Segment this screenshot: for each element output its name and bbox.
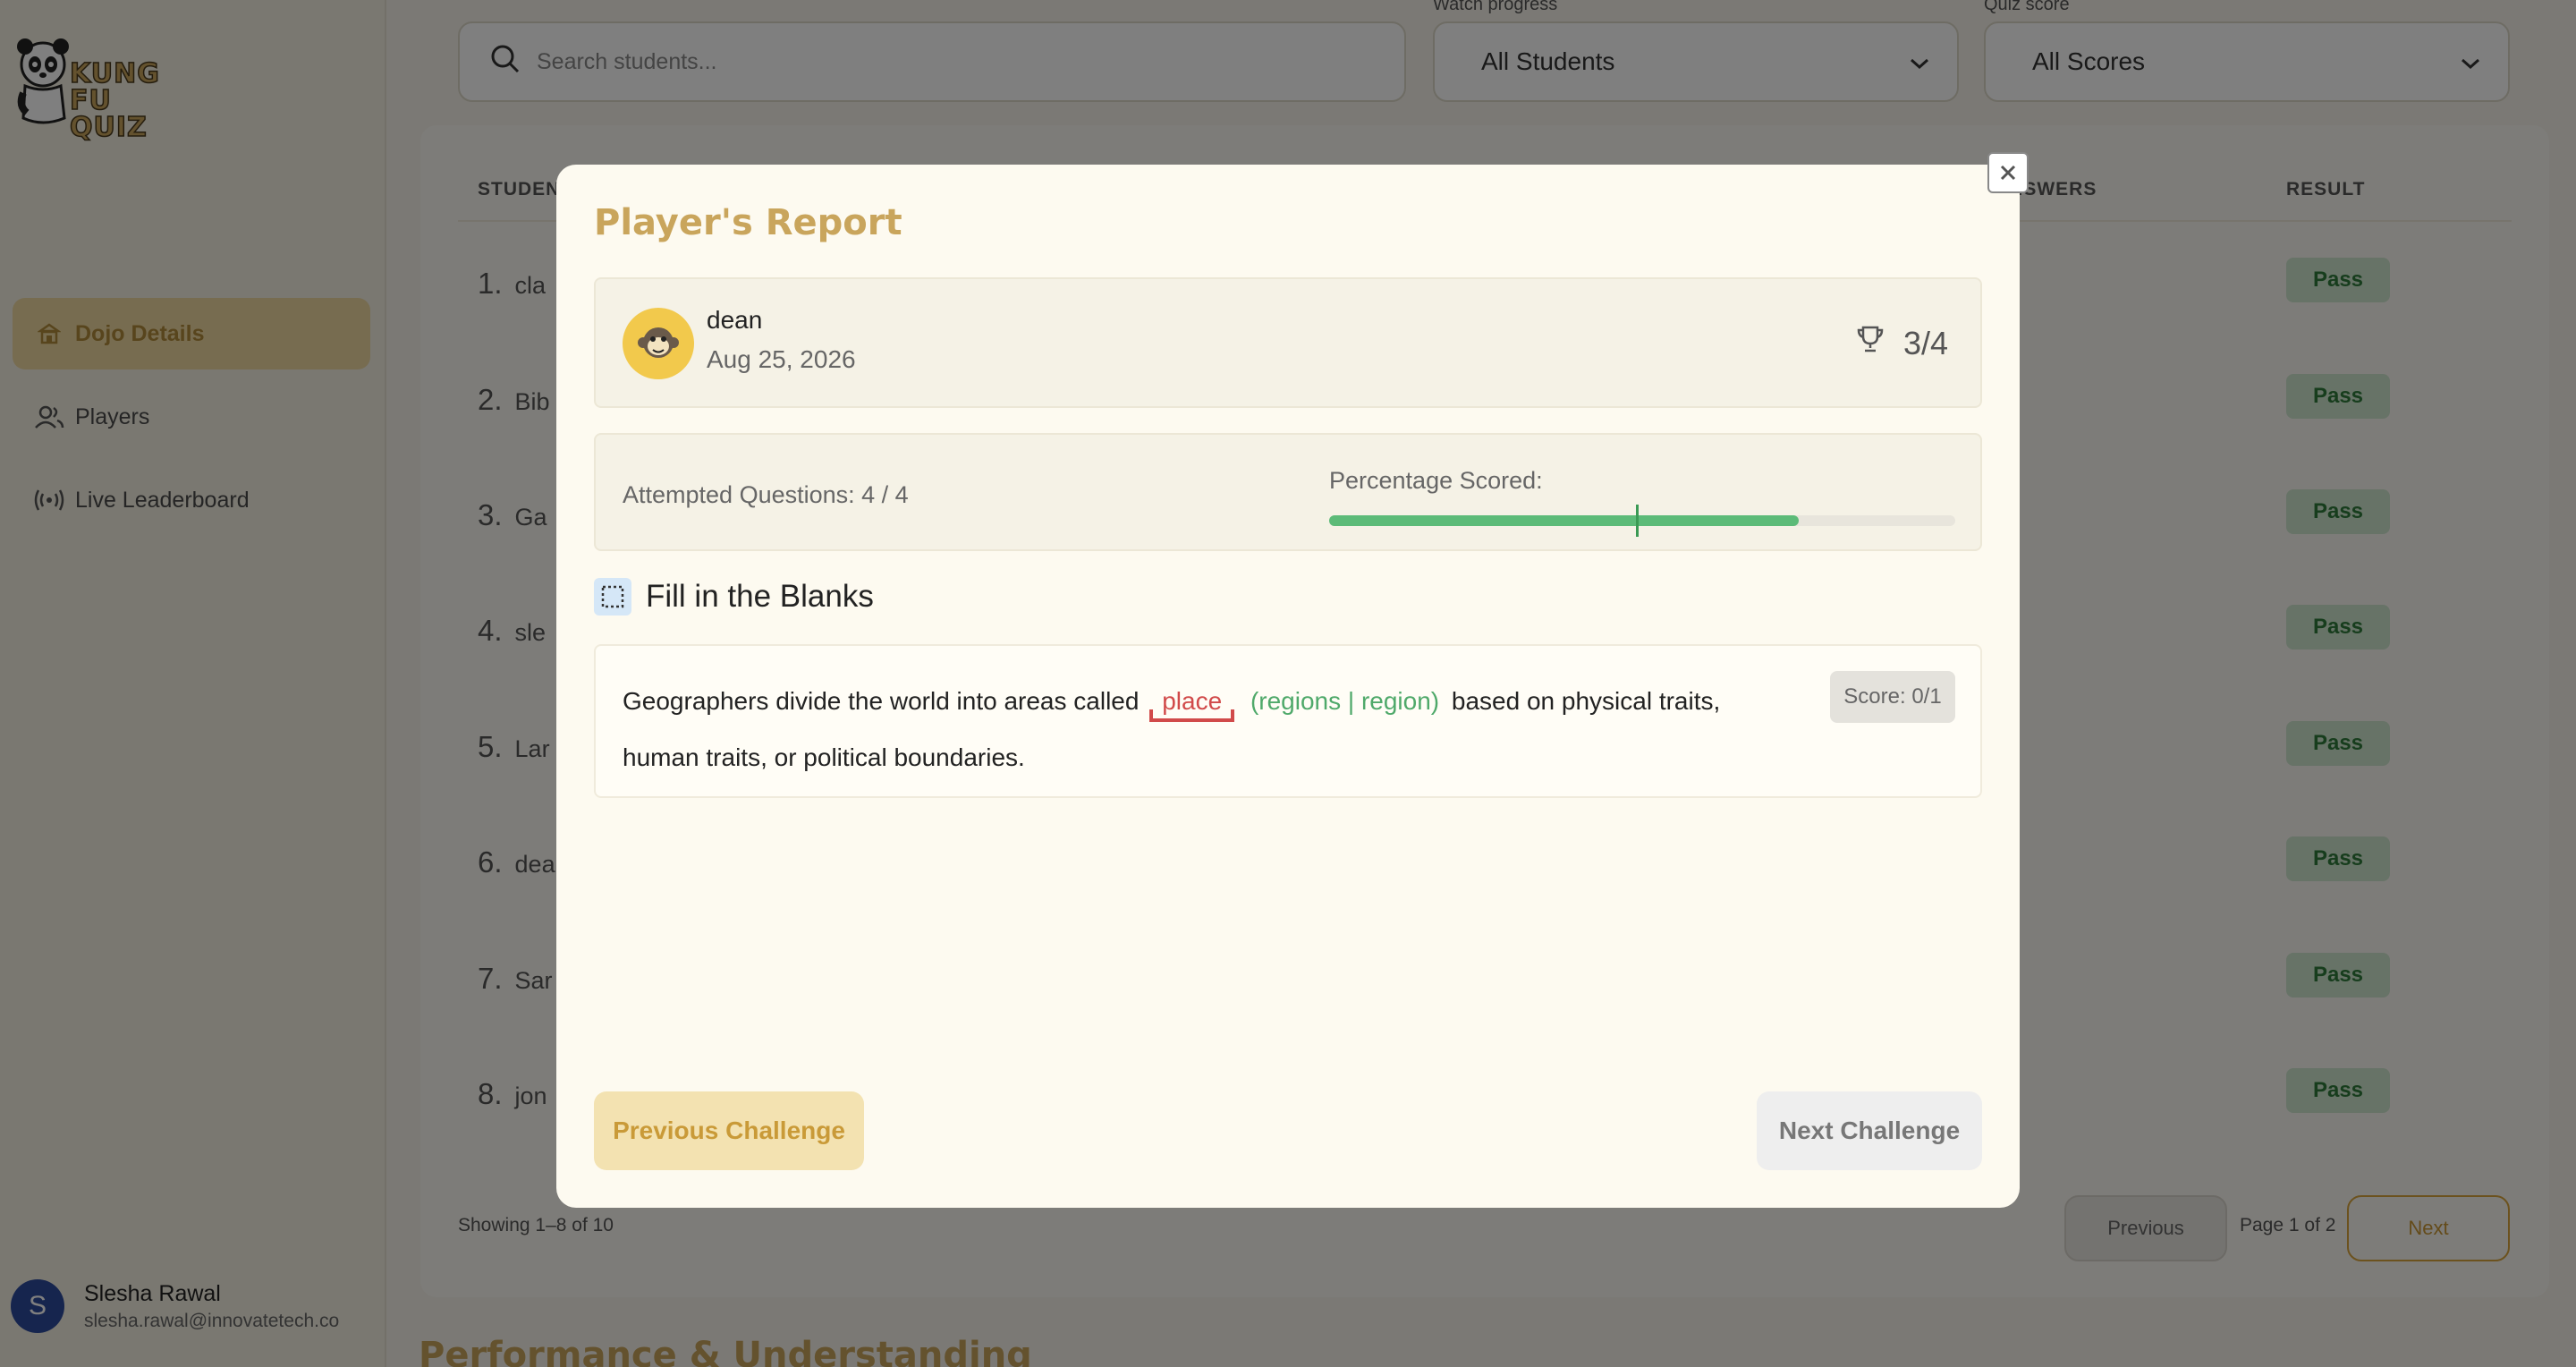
- player-name: dean: [707, 306, 763, 334]
- question-score-badge: Score: 0/1: [1830, 671, 1955, 723]
- blank-box-icon: [594, 578, 631, 616]
- stats-card: Attempted Questions: 4 / 4 Percentage Sc…: [594, 433, 1982, 551]
- question-before: Geographers divide the world into areas …: [623, 687, 1140, 715]
- question-type-label: Fill in the Blanks: [646, 579, 874, 614]
- player-summary: dean Aug 25, 2026 3/4: [594, 277, 1982, 408]
- monkey-icon: [638, 327, 679, 358]
- player-avatar: [623, 308, 694, 379]
- question-card: Geographers divide the world into areas …: [594, 644, 1982, 798]
- pass-mark: [1636, 505, 1639, 537]
- percentage-bar-fill: [1329, 515, 1799, 526]
- question-text: Geographers divide the world into areas …: [623, 673, 1803, 785]
- modal-title: Player's Report: [594, 202, 902, 243]
- correct-answer: (regions | region): [1250, 687, 1440, 715]
- student-answer: place: [1149, 673, 1235, 729]
- player-report-modal: Player's Report dean Aug 25, 2026 3/4 At…: [556, 152, 2029, 1208]
- close-button[interactable]: [1987, 152, 2029, 193]
- player-score: 3/4: [1855, 324, 1948, 362]
- player-score-value: 3/4: [1902, 324, 1948, 361]
- next-challenge-button[interactable]: Next Challenge: [1757, 1091, 1982, 1170]
- percentage-bar: [1329, 505, 1955, 537]
- player-date: Aug 25, 2026: [707, 345, 856, 373]
- close-icon: [2000, 165, 2016, 181]
- trophy-icon: [1855, 324, 1885, 362]
- previous-challenge-button[interactable]: Previous Challenge: [594, 1091, 864, 1170]
- percentage-label: Percentage Scored:: [1329, 467, 1543, 494]
- question-type: Fill in the Blanks: [594, 578, 874, 616]
- attempted-questions: Attempted Questions: 4 / 4: [623, 481, 909, 508]
